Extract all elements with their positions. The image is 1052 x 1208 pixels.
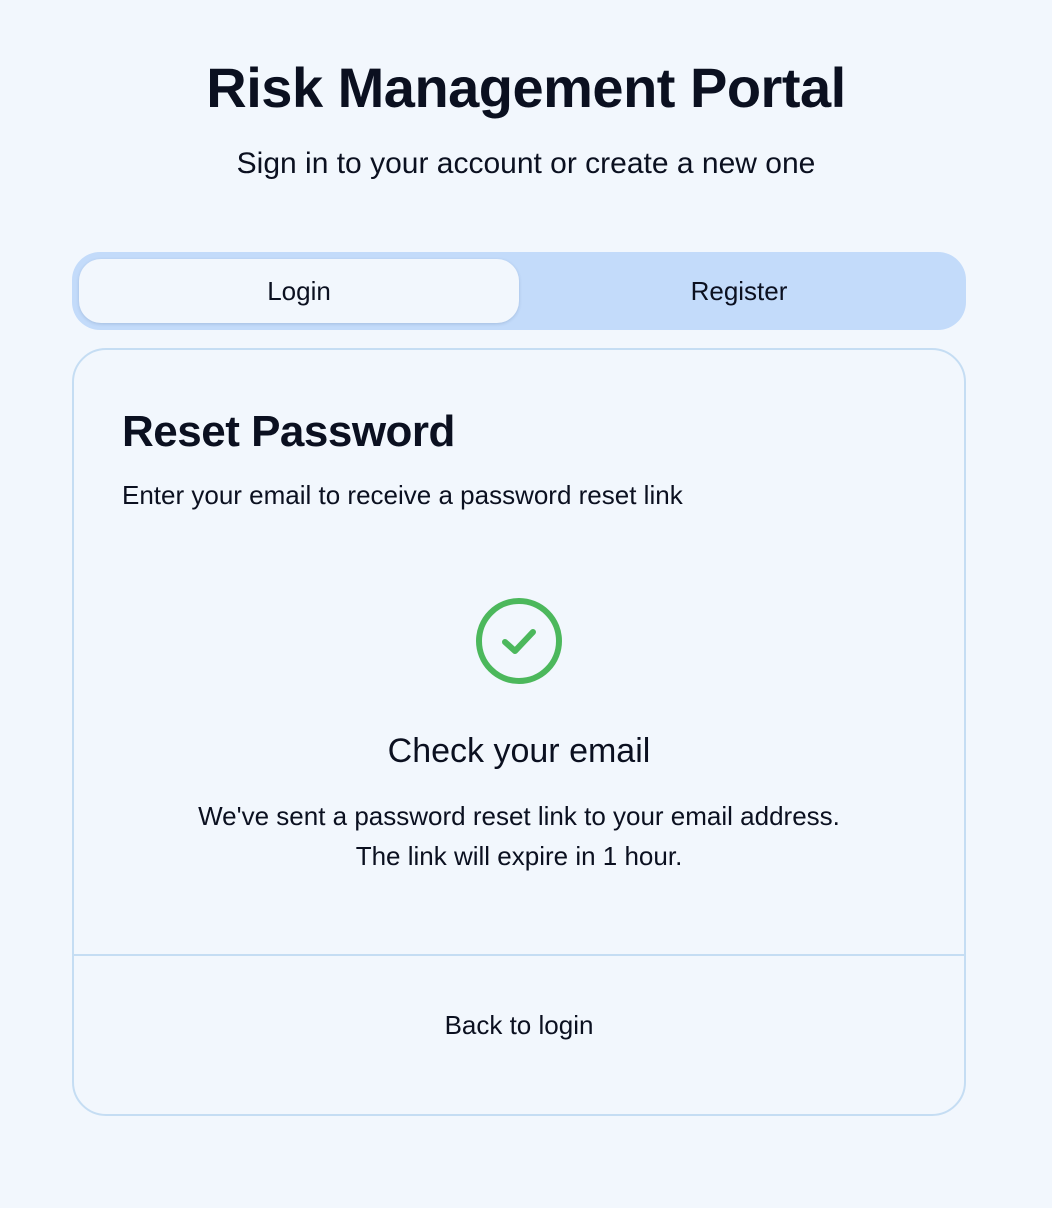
reset-password-card: Reset Password Enter your email to recei… bbox=[72, 348, 966, 1116]
success-title: Check your email bbox=[387, 732, 651, 770]
back-to-login-link[interactable]: Back to login bbox=[74, 1008, 964, 1042]
tab-login[interactable]: Login bbox=[79, 259, 519, 323]
check-circle-icon bbox=[476, 598, 562, 684]
success-message-line: We've sent a password reset link to your… bbox=[198, 801, 840, 831]
app-subtitle: Sign in to your account or create a new … bbox=[236, 147, 816, 180]
tab-register[interactable]: Register bbox=[519, 259, 959, 323]
success-message-line: The link will expire in 1 hour. bbox=[355, 841, 683, 871]
app-title: Risk Management Portal bbox=[206, 56, 846, 119]
card-divider bbox=[74, 954, 964, 956]
success-message: We've sent a password reset link to your… bbox=[74, 796, 964, 876]
card-title: Reset Password bbox=[122, 407, 455, 456]
card-description: Enter your email to receive a password r… bbox=[122, 480, 683, 510]
auth-tabs: Login Register bbox=[72, 252, 966, 330]
page-header: Risk Management Portal Sign in to your a… bbox=[0, 52, 1052, 184]
